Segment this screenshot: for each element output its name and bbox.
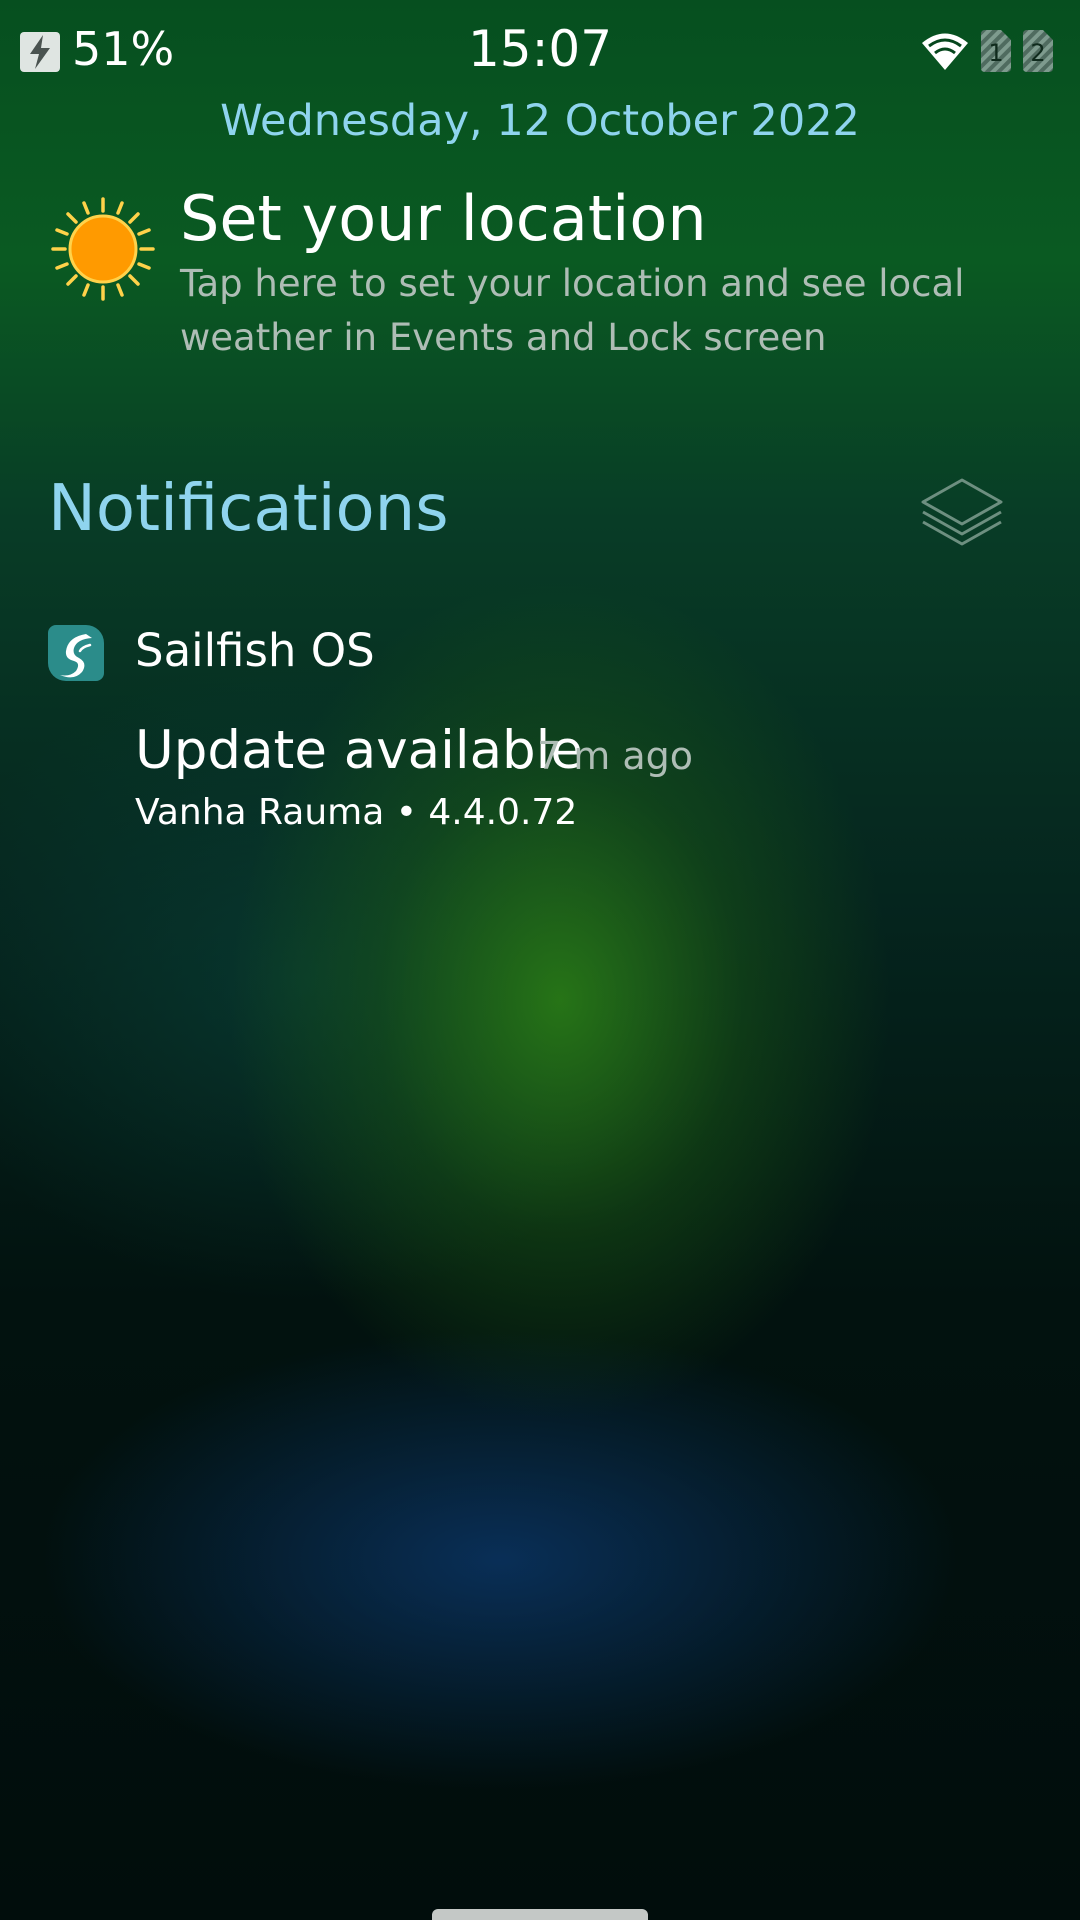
date-label: Wednesday, 12 October 2022 (220, 96, 860, 146)
notification-item[interactable]: Update available 7 m ago Vanha Rauma • 4… (135, 720, 1035, 840)
sim-1-icon: 1 (981, 30, 1011, 72)
location-description: Tap here to set your location and see lo… (180, 262, 965, 359)
sun-icon (50, 196, 156, 306)
home-indicator-handle[interactable] (432, 1909, 648, 1920)
sim-2-icon: 2 (1023, 30, 1053, 72)
wifi-icon (920, 30, 970, 76)
notification-title: Update available (135, 720, 584, 781)
set-location-prompt[interactable]: Set your location Tap here to set your l… (0, 160, 1080, 370)
sim-2-label: 2 (1030, 39, 1045, 67)
notification-app-name: Sailfish OS (135, 624, 375, 677)
notifications-header: Notifications (48, 472, 449, 546)
sim-1-label: 1 (988, 39, 1003, 67)
notification-timestamp: 7 m ago (537, 734, 694, 778)
location-title: Set your location (180, 182, 707, 255)
sailfish-os-icon (48, 625, 104, 681)
notification-body: Vanha Rauma • 4.4.0.72 (135, 792, 578, 833)
status-clock: 15:07 (467, 20, 613, 78)
stacked-layers-icon[interactable] (920, 470, 1004, 558)
